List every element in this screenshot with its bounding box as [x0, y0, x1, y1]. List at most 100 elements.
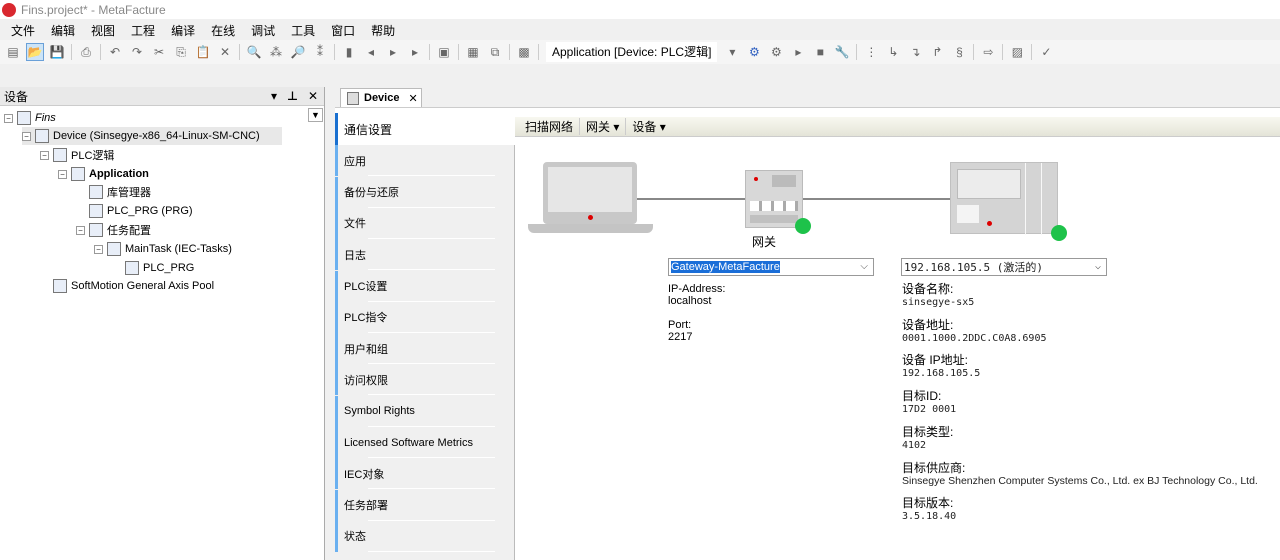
nav-item[interactable]: PLC指令	[335, 301, 515, 333]
tree-node[interactable]: − 任务配置	[76, 221, 151, 239]
info-label: 目标版本:	[902, 496, 954, 511]
tree-node[interactable]: − Application	[58, 165, 149, 183]
nav-item[interactable]: 备份与还原	[335, 176, 515, 208]
stop-icon[interactable]: ■	[811, 43, 829, 61]
info-value: sinsegye-sx5	[902, 297, 975, 308]
tree-options-button[interactable]: ▼	[308, 108, 323, 122]
nav-item[interactable]: 通信设置	[335, 113, 516, 145]
panel-menu-icon[interactable]: ▾	[271, 89, 277, 103]
nav-item[interactable]: IEC对象	[335, 458, 515, 490]
tree-node[interactable]: − PLC逻辑	[40, 146, 114, 164]
menu-item[interactable]: 视图	[86, 22, 126, 39]
login-icon[interactable]: ⚙	[745, 43, 763, 61]
collapse-icon[interactable]: −	[22, 131, 31, 141]
device-config-icon[interactable]: ▣	[435, 43, 453, 61]
tab-close-icon[interactable]: ✕	[408, 92, 417, 105]
menu-item[interactable]: 在线	[206, 22, 246, 39]
clear-bookmarks-icon[interactable]: ▸	[406, 43, 424, 61]
cut-icon[interactable]: ✂	[150, 43, 168, 61]
tree-node[interactable]: − Device (Sinsegye-x86_64-Linux-SM-CNC)	[22, 127, 282, 145]
bookmark-icon[interactable]: ▮	[340, 43, 358, 61]
tree-node[interactable]: PLC_PRG (PRG)	[89, 202, 193, 220]
step-over-icon[interactable]: ↳	[884, 43, 902, 61]
replace-icon[interactable]: ⁂	[267, 43, 285, 61]
menu-item[interactable]: 工具	[286, 22, 326, 39]
nav-item[interactable]: 应用	[335, 145, 515, 177]
gateway-icon[interactable]	[745, 170, 803, 228]
nav-item[interactable]: Symbol Rights	[335, 395, 515, 427]
info-label: 设备名称:	[902, 282, 954, 296]
gateway-status-dot	[795, 218, 811, 234]
find-icon[interactable]: 🔍	[245, 43, 263, 61]
menu-item[interactable]: 文件	[6, 22, 46, 39]
dropdown-arrow-icon[interactable]: ▾	[723, 43, 741, 61]
nav-item[interactable]: 文件	[335, 207, 515, 239]
copy-icon[interactable]: ⎘	[172, 43, 190, 61]
security-icon[interactable]: ✓	[1037, 43, 1055, 61]
collapse-icon[interactable]: −	[40, 150, 49, 160]
run-to-cursor-icon[interactable]: §	[950, 43, 968, 61]
nav-item[interactable]: 访问权限	[335, 364, 515, 396]
add-object-icon[interactable]: ▦	[464, 43, 482, 61]
replace-in-project-icon[interactable]: ⁑	[311, 43, 329, 61]
step-out-icon[interactable]: ↱	[928, 43, 946, 61]
gateway-menu-button[interactable]: 网关 ▾	[580, 118, 627, 135]
menu-item[interactable]: 帮助	[366, 22, 406, 39]
menu-item[interactable]: 窗口	[326, 22, 366, 39]
new-icon[interactable]: ▤	[4, 43, 22, 61]
tree-node[interactable]: SoftMotion General Axis Pool	[53, 277, 214, 295]
collapse-icon[interactable]: −	[58, 169, 67, 179]
plc-device-icon[interactable]	[950, 162, 1058, 235]
logout-icon[interactable]: ⚙	[767, 43, 785, 61]
write-values-icon[interactable]: ⇨	[979, 43, 997, 61]
tree-node[interactable]: PLC_PRG	[125, 259, 194, 277]
tree-node[interactable]: 库管理器	[89, 183, 151, 201]
close-icon[interactable]: ✕	[308, 89, 318, 103]
paste-icon[interactable]: 📋	[194, 43, 212, 61]
prev-bookmark-icon[interactable]: ◂	[362, 43, 380, 61]
info-label: 目标供应商:	[902, 460, 966, 475]
tree-node-label: Device (Sinsegye-x86_64-Linux-SM-CNC)	[53, 130, 260, 142]
reset-icon[interactable]: 🔧	[833, 43, 851, 61]
collapse-icon[interactable]: −	[76, 225, 85, 235]
nav-item[interactable]: Licensed Software Metrics	[335, 427, 515, 458]
simulation-icon[interactable]: ▨	[1008, 43, 1026, 61]
menu-item[interactable]: 编辑	[46, 22, 86, 39]
menu-item[interactable]: 编译	[166, 22, 206, 39]
undo-icon[interactable]: ↶	[106, 43, 124, 61]
nav-item[interactable]: 用户和组	[335, 333, 515, 365]
save-icon[interactable]: 💾	[48, 43, 66, 61]
step-into-icon[interactable]: ↴	[906, 43, 924, 61]
print-icon[interactable]: ⎙	[77, 43, 95, 61]
tree-node[interactable]: − Fins	[4, 109, 56, 127]
nav-item[interactable]: 任务部署	[335, 489, 515, 521]
find-in-project-icon[interactable]: 🔎	[289, 43, 307, 61]
info-value: 17D2 0001	[902, 404, 957, 416]
build-icon[interactable]: ▩	[515, 43, 533, 61]
active-application-select[interactable]: Application [Device: PLC逻辑]	[546, 42, 718, 62]
breakpoint-icon[interactable]: ⋮	[862, 43, 880, 61]
info-value: 0001.1000.2DDC.C0A8.6905	[902, 332, 1047, 344]
collapse-icon[interactable]: −	[94, 244, 103, 254]
export-icon[interactable]: ⧉	[486, 43, 504, 61]
open-icon[interactable]: 📂	[26, 43, 44, 61]
tab-device[interactable]: Device ✕	[340, 88, 422, 107]
device-select[interactable]: 192.168.105.5 (激活的) ⌵	[901, 258, 1107, 276]
nav-item[interactable]: PLC设置	[335, 270, 515, 302]
nav-item[interactable]: 日志	[335, 239, 515, 271]
collapse-icon[interactable]: −	[4, 113, 13, 123]
next-bookmark-icon[interactable]: ▸	[384, 43, 402, 61]
menu-item[interactable]: 调试	[246, 22, 286, 39]
scan-network-button[interactable]: 扫描网络	[519, 118, 581, 135]
gear-icon	[71, 167, 85, 181]
menu-item[interactable]: 工程	[126, 22, 166, 39]
delete-icon[interactable]: ✕	[216, 43, 234, 61]
run-icon[interactable]: ▸	[789, 43, 807, 61]
redo-icon[interactable]: ↷	[128, 43, 146, 61]
gateway-select[interactable]: Gateway-MetaFacture ⌵	[668, 258, 874, 276]
tree-node[interactable]: − MainTask (IEC-Tasks)	[94, 240, 232, 258]
device-menu-button[interactable]: 设备 ▾	[626, 118, 671, 135]
pin-icon[interactable]: ⊥	[287, 89, 298, 103]
project-icon	[17, 111, 31, 125]
nav-item[interactable]: 状态	[335, 520, 515, 552]
